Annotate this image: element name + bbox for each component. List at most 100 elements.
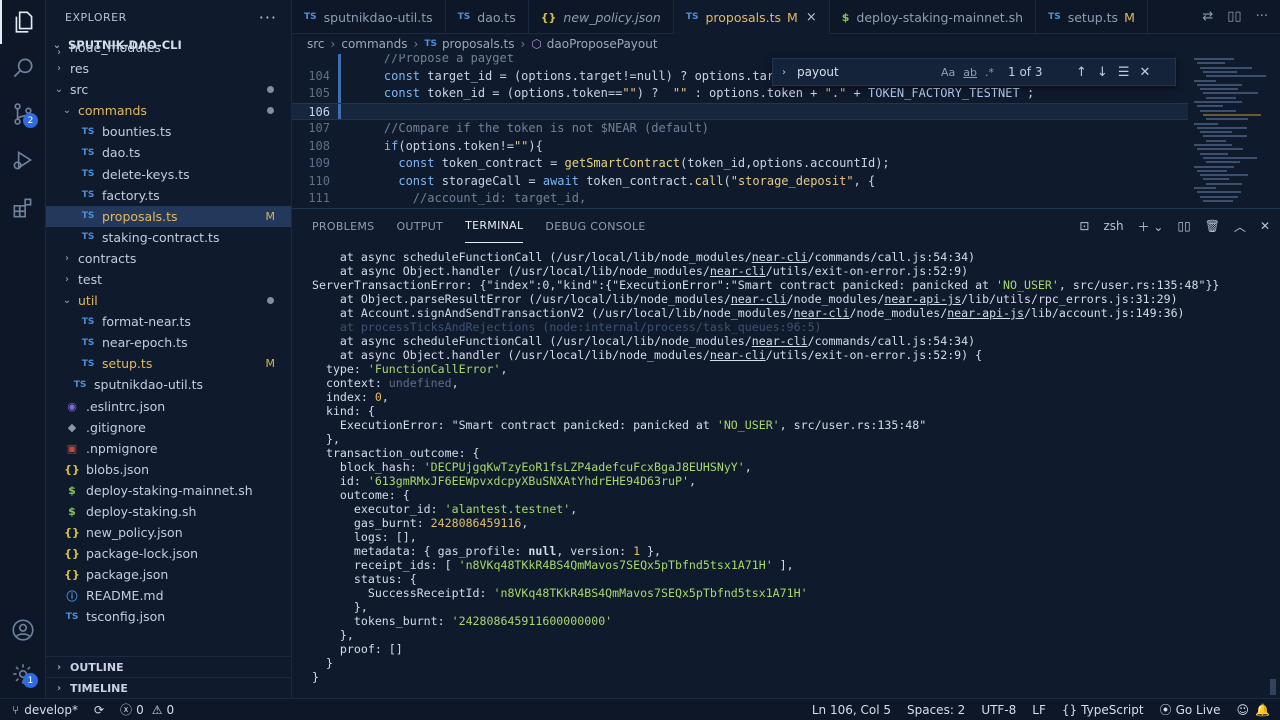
previous-match-icon[interactable]: ↑ xyxy=(1076,65,1087,80)
next-match-icon[interactable]: ↓ xyxy=(1097,65,1108,80)
notifications-icon[interactable]: 🔔 xyxy=(1255,703,1270,717)
close-tab-icon[interactable]: × xyxy=(806,10,817,25)
folder-item[interactable]: › node_modules xyxy=(46,40,291,58)
find-in-selection-icon[interactable]: ☰ xyxy=(1118,65,1130,80)
panel-tab-debug-console[interactable]: DEBUG CONSOLE xyxy=(545,209,645,243)
minimap-line xyxy=(1203,92,1258,95)
cursor-position[interactable]: Ln 106, Col 5 xyxy=(812,703,891,717)
file-item[interactable]: ⓘ README.md xyxy=(46,585,291,606)
tab-list: TS sputnikdao-util.ts TS dao.ts {} new_policy… xyxy=(292,0,1148,34)
file-item[interactable]: TS tsconfig.json xyxy=(46,606,291,627)
minimap-line xyxy=(1194,165,1234,168)
breadcrumb-symbol[interactable]: daoProposePayout xyxy=(547,37,658,51)
indentation[interactable]: Spaces: 2 xyxy=(907,703,965,717)
tab-proposals-ts[interactable]: TS proposals.ts M × xyxy=(673,0,830,34)
close-find-icon[interactable]: ✕ xyxy=(1139,65,1150,80)
terminal-line: id: '613gmRMxJF6EEWpvxdcpyXBuSNXAtYhdrEH… xyxy=(312,474,696,488)
terminal-line: at Account.signAndSendTransactionV2 (/us… xyxy=(312,306,1185,320)
split-editor-icon[interactable]: ▯▯ xyxy=(1227,9,1241,24)
explorer-icon[interactable] xyxy=(0,0,46,44)
terminal-line: }, xyxy=(312,432,340,446)
regex-icon[interactable]: .* xyxy=(985,66,994,79)
tab-new-policy-json[interactable]: {} new_policy.json xyxy=(529,0,674,34)
folder-item[interactable]: › res xyxy=(46,58,291,79)
terminal-scrollbar[interactable] xyxy=(1270,679,1276,695)
breadcrumb-file[interactable]: proposals.ts xyxy=(442,37,515,51)
sh-file-icon: $ xyxy=(841,10,850,24)
compare-icon[interactable]: ⇄ xyxy=(1202,9,1213,24)
file-item[interactable]: TS sputnikdao-util.ts xyxy=(46,374,291,395)
file-item[interactable]: $ deploy-staking.sh xyxy=(46,501,291,522)
tab-dao-ts[interactable]: TS dao.ts xyxy=(446,0,529,34)
feedback-icon[interactable]: ☺ xyxy=(1237,703,1250,717)
file-item[interactable]: {} blobs.json xyxy=(46,459,291,480)
kill-terminal-icon[interactable]: 🗑 xyxy=(1205,219,1220,233)
folder-item[interactable]: › test xyxy=(46,269,291,290)
find-input[interactable]: payout xyxy=(795,65,941,79)
ts-file-icon: TS xyxy=(457,12,471,22)
toggle-replace-icon[interactable]: › xyxy=(773,67,795,78)
file-item[interactable]: ▣ .npmignore xyxy=(46,438,291,459)
panel-tab-terminal[interactable]: TERMINAL xyxy=(465,209,524,243)
file-item[interactable]: TS near-epoch.ts xyxy=(46,332,291,353)
problems-status[interactable]: ⓧ 0 ⚠ 0 xyxy=(120,701,174,718)
settings-gear-icon[interactable]: 1 xyxy=(0,652,46,696)
timeline-section[interactable]: › TIMELINE xyxy=(46,677,291,698)
language-mode[interactable]: {} TypeScript xyxy=(1062,703,1144,717)
tab-deploy-staking-mainnet-sh[interactable]: $ deploy-staking-mainnet.sh xyxy=(830,0,1037,34)
tab-label: setup.ts xyxy=(1067,9,1119,25)
file-item[interactable]: ◆ .gitignore xyxy=(46,417,291,438)
more-actions-icon[interactable]: ··· xyxy=(1256,9,1268,24)
accounts-icon[interactable] xyxy=(0,608,46,652)
new-terminal-icon[interactable]: ＋ ⌄ xyxy=(1138,218,1164,235)
match-case-icon[interactable]: Aa xyxy=(941,66,955,79)
extensions-icon[interactable] xyxy=(0,186,46,230)
folder-item[interactable]: ⌄ commands xyxy=(46,100,291,121)
minimap-line xyxy=(1203,113,1261,116)
file-item[interactable]: TS bounties.ts xyxy=(46,121,291,142)
file-item[interactable]: {} package-lock.json xyxy=(46,543,291,564)
editor-tabs: TS sputnikdao-util.ts TS dao.ts {} new_policy… xyxy=(292,0,1280,34)
split-terminal-icon[interactable]: ▯▯ xyxy=(1177,219,1190,233)
minimap-line xyxy=(1200,174,1248,177)
terminal-shell-label[interactable]: zsh xyxy=(1103,219,1123,233)
file-item[interactable]: {} new_policy.json xyxy=(46,522,291,543)
panel-tab-problems[interactable]: PROBLEMS xyxy=(312,209,374,243)
file-item[interactable]: TS setup.ts M xyxy=(46,353,291,374)
tab-sputnikdao-util-ts[interactable]: TS sputnikdao-util.ts xyxy=(292,0,446,34)
whole-word-icon[interactable]: ab xyxy=(963,66,977,79)
file-item[interactable]: TS staking-contract.ts xyxy=(46,227,291,248)
source-control-icon[interactable]: 2 xyxy=(0,92,46,136)
run-debug-icon[interactable] xyxy=(0,138,46,182)
file-item[interactable]: TS factory.ts xyxy=(46,185,291,206)
minimap-line xyxy=(1206,161,1240,164)
minimap[interactable] xyxy=(1188,54,1280,206)
file-item[interactable]: TS proposals.ts M xyxy=(46,205,291,227)
tree-item-label: deploy-staking-mainnet.sh xyxy=(86,482,253,498)
panel-tab-output[interactable]: OUTPUT xyxy=(396,209,443,243)
sync-icon[interactable]: ⟳ xyxy=(94,703,104,717)
line-ending[interactable]: LF xyxy=(1032,703,1046,717)
explorer-more-icon[interactable]: ··· xyxy=(259,8,277,27)
ts-file-icon: TS xyxy=(81,211,95,222)
folder-item[interactable]: ⌄ src xyxy=(46,79,291,100)
folder-item[interactable]: ⌄ util xyxy=(46,290,291,311)
tab-setup-ts[interactable]: TS setup.ts M xyxy=(1036,0,1148,34)
file-item[interactable]: {} package.json xyxy=(46,564,291,585)
search-icon[interactable] xyxy=(0,46,46,90)
folder-item[interactable]: › contracts xyxy=(46,248,291,269)
file-item[interactable]: $ deploy-staking-mainnet.sh xyxy=(46,480,291,501)
branch-status[interactable]: ⑂ develop* xyxy=(12,703,78,717)
encoding[interactable]: UTF-8 xyxy=(981,703,1016,717)
language-label: TypeScript xyxy=(1081,702,1144,717)
file-item[interactable]: TS format-near.ts xyxy=(46,311,291,332)
file-item[interactable]: TS dao.ts xyxy=(46,142,291,163)
close-panel-icon[interactable]: ✕ xyxy=(1260,219,1270,233)
breadcrumb-commands[interactable]: commands xyxy=(341,37,407,51)
file-item[interactable]: TS delete-keys.ts xyxy=(46,163,291,184)
outline-section[interactable]: › OUTLINE xyxy=(46,656,291,677)
file-item[interactable]: ◉ .eslintrc.json xyxy=(46,396,291,417)
breadcrumb-src[interactable]: src xyxy=(307,37,325,51)
go-live-button[interactable]: ⦿ Go Live xyxy=(1160,701,1221,718)
maximize-panel-icon[interactable]: ︿ xyxy=(1234,218,1246,235)
